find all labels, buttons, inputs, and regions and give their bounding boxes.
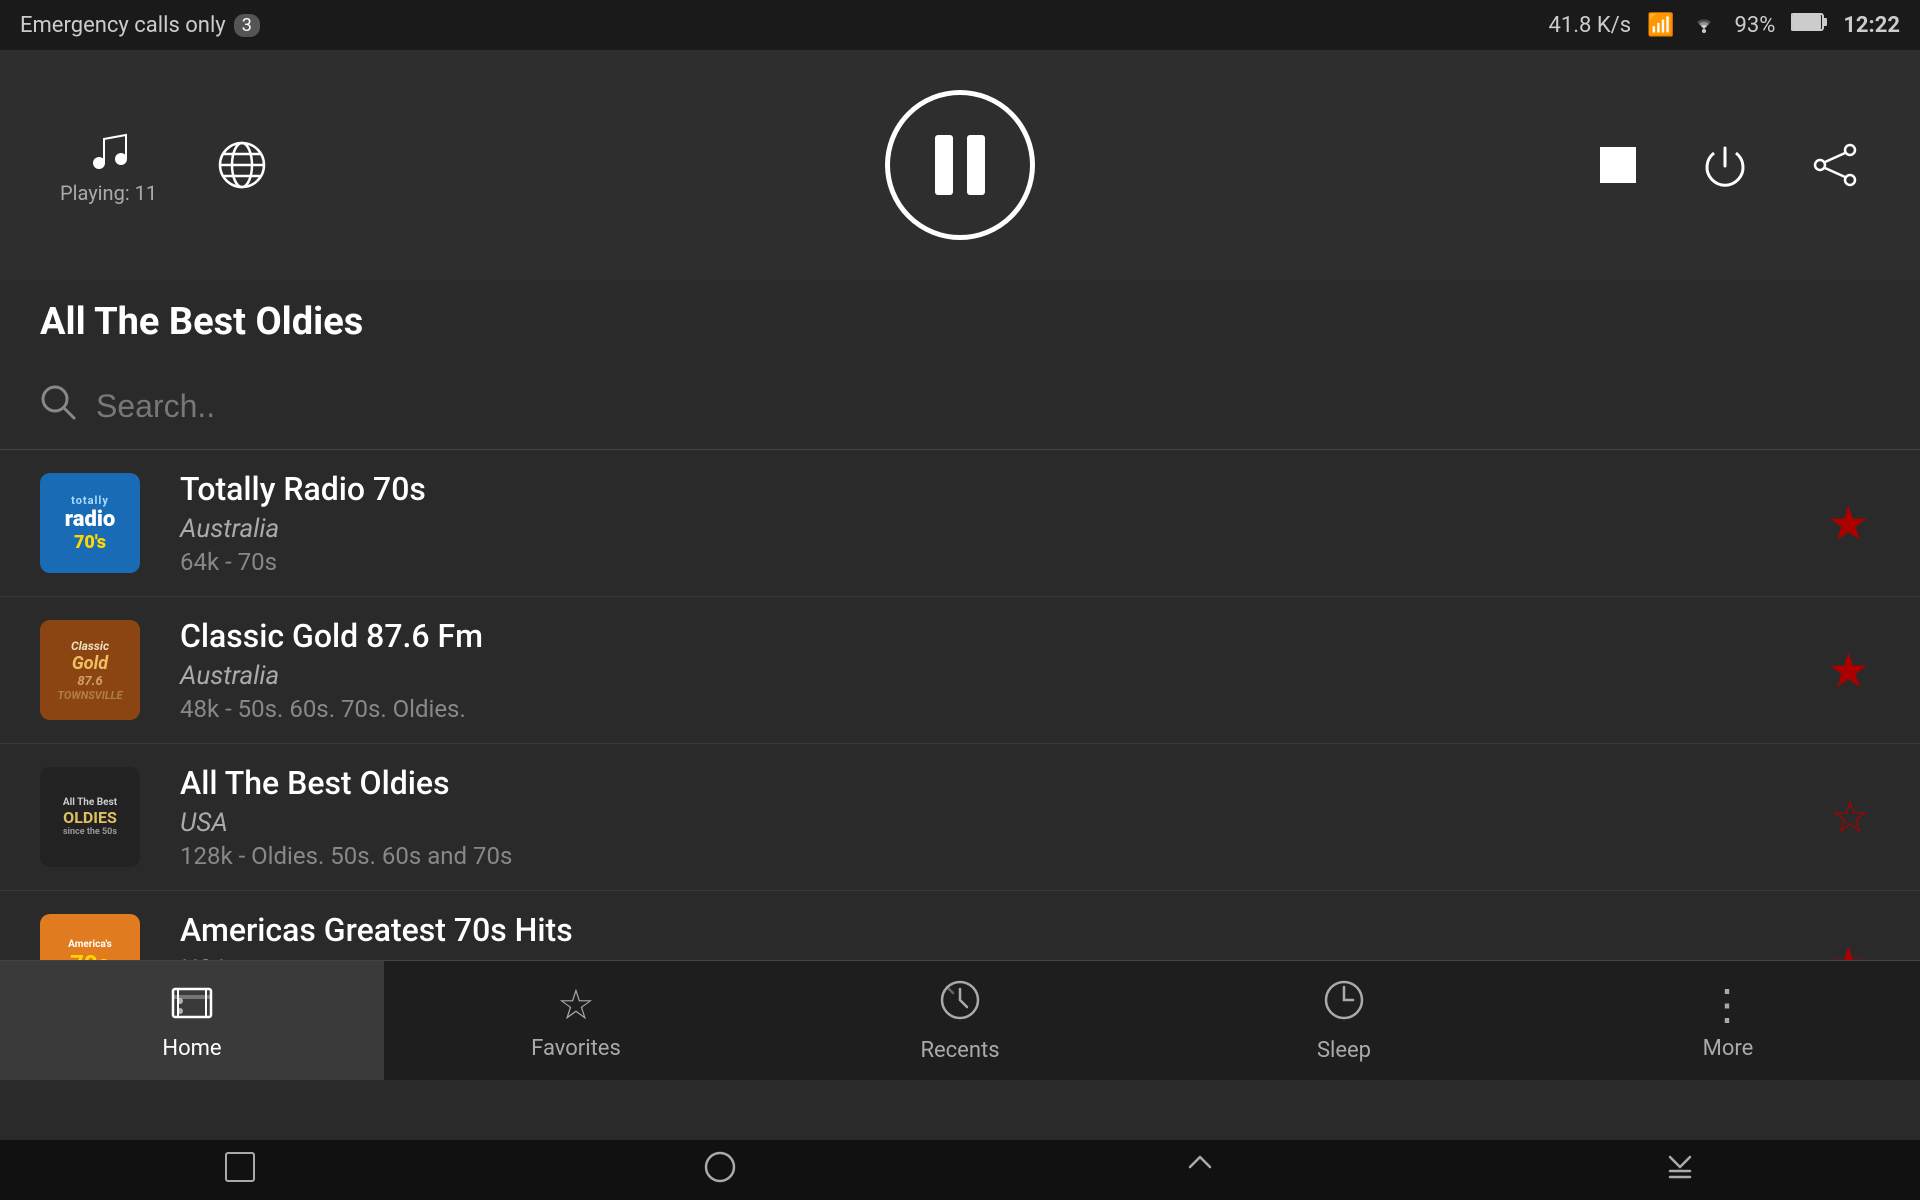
wifi-icon [1690,11,1718,39]
station-country: Australia [180,514,1817,544]
station-details: 64k - 70s [180,548,1817,576]
station-country: USA [180,808,1821,838]
notification-badge: 3 [234,14,260,37]
nav-home-label: Home [162,1036,221,1061]
player-left-controls: Playing: 11 [60,125,267,205]
station-country: Australia [180,661,1817,691]
nav-sleep[interactable]: Sleep [1152,961,1536,1080]
search-bar [0,364,1920,450]
playing-label: Playing: 11 [60,181,157,205]
content-area: Playing: 11 [0,50,1920,1140]
station-name: Totally Radio 70s [180,470,1817,508]
recents-icon [939,979,981,1032]
nav-back-button[interactable] [222,1149,258,1192]
battery-text: 93% [1734,13,1775,38]
music-icon[interactable]: Playing: 11 [60,125,157,205]
nav-recent-button[interactable] [1182,1149,1218,1192]
station-info: Classic Gold 87.6 Fm Australia 48k - 50s… [180,617,1817,723]
station-item[interactable]: All The Best OLDIES since the 50s All Th… [0,744,1920,891]
pause-button[interactable] [885,90,1035,240]
station-info: All The Best Oldies USA 128k - Oldies. 5… [180,764,1821,870]
nav-home[interactable]: Home [0,961,384,1080]
emergency-text: Emergency calls only [20,13,226,38]
sleep-icon [1323,979,1365,1032]
time-display: 12:22 [1843,13,1900,38]
station-details: 48k - 50s. 60s. 70s. Oldies. [180,695,1817,723]
pause-icon [935,135,985,195]
system-nav [0,1140,1920,1200]
station-name: Classic Gold 87.6 Fm [180,617,1817,655]
network-speed: 41.8 K/s [1548,13,1631,38]
search-input[interactable] [96,388,1880,425]
power-button[interactable] [1700,140,1750,190]
share-button[interactable] [1810,140,1860,190]
player-right-controls [1596,140,1860,190]
station-item[interactable]: Classic Gold 87.6 TOWNSVILLE Classic Gol… [0,597,1920,744]
nav-more-label: More [1703,1036,1754,1061]
favorite-button[interactable]: ★ [1817,632,1880,709]
current-station-title: All The Best Oldies [0,280,1920,364]
bluetooth-icon: 📶 [1647,13,1674,38]
station-name: All The Best Oldies [180,764,1821,802]
nav-favorites-label: Favorites [531,1036,621,1061]
nav-favorites[interactable]: ☆ Favorites [384,961,768,1080]
station-name: Americas Greatest 70s Hits [180,911,1817,949]
favorites-icon: ☆ [557,980,595,1030]
status-bar: Emergency calls only 3 41.8 K/s 📶 93% 12… [0,0,1920,50]
nav-more[interactable]: ⋮ More [1536,961,1920,1080]
station-logo-classic: Classic Gold 87.6 TOWNSVILLE [40,620,140,720]
nav-recents-label: Recents [920,1038,999,1063]
nav-recents[interactable]: Recents [768,961,1152,1080]
station-details: 128k - Oldies. 50s. 60s and 70s [180,842,1821,870]
station-item[interactable]: totally radio 70's Totally Radio 70s Aus… [0,450,1920,597]
player-header: Playing: 11 [0,50,1920,280]
nav-home-button[interactable] [702,1149,738,1192]
bottom-nav: Home ☆ Favorites Recents Sl [0,960,1920,1080]
stop-button[interactable] [1596,143,1640,187]
station-logo-totally: totally radio 70's [40,473,140,573]
nav-sleep-label: Sleep [1317,1038,1371,1063]
home-icon [171,981,213,1030]
station-logo-oldies: All The Best OLDIES since the 50s [40,767,140,867]
favorite-button[interactable]: ☆ [1821,781,1880,853]
battery-icon [1791,12,1827,38]
nav-down-button[interactable] [1662,1149,1698,1192]
station-info: Totally Radio 70s Australia 64k - 70s [180,470,1817,576]
status-bar-left: Emergency calls only 3 [20,13,260,38]
status-bar-right: 41.8 K/s 📶 93% 12:22 [1548,11,1900,39]
more-icon: ⋮ [1706,980,1750,1030]
globe-icon[interactable] [217,140,267,190]
favorite-button[interactable]: ★ [1817,485,1880,562]
search-icon [40,384,76,429]
